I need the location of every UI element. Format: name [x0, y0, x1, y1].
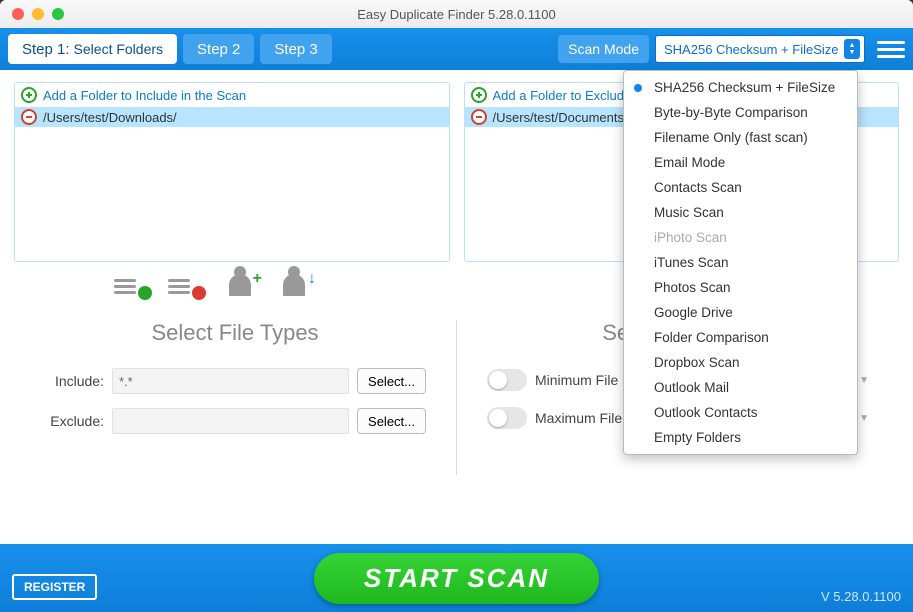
register-button[interactable]: REGISTER: [12, 574, 97, 600]
window-minimize-button[interactable]: [32, 8, 44, 20]
minus-icon[interactable]: [21, 109, 37, 125]
exclude-types-input[interactable]: [112, 408, 349, 434]
plus-icon: [471, 87, 487, 103]
plus-mark-icon: +: [253, 270, 262, 288]
step-num: Step 3: [274, 41, 317, 58]
bottom-bar: START SCAN REGISTER V 5.28.0.1100: [0, 544, 913, 612]
dd-item-9[interactable]: Google Drive: [624, 300, 857, 325]
scan-mode-selected: SHA256 Checksum + FileSize: [664, 42, 839, 57]
dd-item-5[interactable]: Music Scan: [624, 200, 857, 225]
dd-item-7[interactable]: iTunes Scan: [624, 250, 857, 275]
plus-icon: [21, 87, 37, 103]
import-user-button[interactable]: ↓: [276, 272, 312, 298]
include-types-input[interactable]: [112, 368, 349, 394]
dd-item-1[interactable]: Byte-by-Byte Comparison: [624, 100, 857, 125]
file-types-title: Select File Types: [44, 320, 426, 346]
include-types-label: Include:: [44, 373, 104, 389]
dd-item-11[interactable]: Dropbox Scan: [624, 350, 857, 375]
include-select-button[interactable]: Select...: [357, 368, 426, 394]
app-window: Easy Duplicate Finder 5.28.0.1100 Step 1…: [0, 0, 913, 612]
scan-mode-dropdown[interactable]: SHA256 Checksum + FileSizeByte-by-Byte C…: [623, 70, 858, 455]
chevron-down-icon[interactable]: ▼: [859, 413, 869, 424]
max-size-toggle[interactable]: [487, 407, 527, 429]
chevron-updown-icon: ▲▼: [844, 39, 860, 59]
exclude-folder-path: /Users/test/Documents/: [493, 110, 628, 125]
dd-item-6: iPhoto Scan: [624, 225, 857, 250]
start-scan-button[interactable]: START SCAN: [314, 553, 599, 604]
file-types-section: Select File Types Include: Select... Exc…: [14, 320, 457, 475]
dd-item-14[interactable]: Empty Folders: [624, 425, 857, 450]
window-title: Easy Duplicate Finder 5.28.0.1100: [0, 7, 913, 22]
dd-item-0[interactable]: SHA256 Checksum + FileSize: [624, 75, 857, 100]
titlebar: Easy Duplicate Finder 5.28.0.1100: [0, 0, 913, 28]
download-mark-icon: ↓: [308, 270, 316, 288]
dd-item-8[interactable]: Photos Scan: [624, 275, 857, 300]
chevron-down-icon[interactable]: ▼: [859, 375, 869, 386]
window-close-button[interactable]: [12, 8, 24, 20]
remove-list-button[interactable]: [168, 272, 204, 298]
scan-mode-select[interactable]: SHA256 Checksum + FileSize ▲▼ SHA256 Che…: [655, 35, 865, 63]
scan-mode-label: Scan Mode: [558, 35, 649, 63]
exclude-types-label: Exclude:: [44, 413, 104, 429]
step-tab-1[interactable]: Step 1: Select Folders: [8, 34, 177, 64]
window-maximize-button[interactable]: [52, 8, 64, 20]
minus-icon[interactable]: [471, 109, 487, 125]
include-folder-path: /Users/test/Downloads/: [43, 110, 177, 125]
min-size-toggle[interactable]: [487, 369, 527, 391]
dd-item-3[interactable]: Email Mode: [624, 150, 857, 175]
dd-item-4[interactable]: Contacts Scan: [624, 175, 857, 200]
step-num: Step 2: [197, 41, 240, 58]
dd-item-12[interactable]: Outlook Mail: [624, 375, 857, 400]
step-sub: Select Folders: [74, 41, 163, 57]
dd-item-2[interactable]: Filename Only (fast scan): [624, 125, 857, 150]
top-toolbar: Step 1: Select Folders Step 2 Step 3 Scan …: [0, 28, 913, 70]
include-panel-title: Add a Folder to Include in the Scan: [43, 88, 246, 103]
add-list-button[interactable]: [114, 272, 150, 298]
include-panel: Add a Folder to Include in the Scan /Use…: [14, 82, 450, 262]
dd-item-13[interactable]: Outlook Contacts: [624, 400, 857, 425]
hamburger-menu[interactable]: [877, 37, 905, 61]
minus-badge-icon: [192, 286, 206, 300]
include-folder-row[interactable]: /Users/test/Downloads/: [15, 107, 449, 127]
step-num: Step 1:: [22, 41, 70, 58]
step-tab-3[interactable]: Step 3: [260, 34, 331, 64]
dd-item-10[interactable]: Folder Comparison: [624, 325, 857, 350]
add-user-button[interactable]: +: [222, 272, 258, 298]
include-panel-head[interactable]: Add a Folder to Include in the Scan: [15, 83, 449, 107]
step-tab-2[interactable]: Step 2: [183, 34, 254, 64]
exclude-select-button[interactable]: Select...: [357, 408, 426, 434]
version-label: V 5.28.0.1100: [821, 589, 901, 604]
plus-badge-icon: [138, 286, 152, 300]
